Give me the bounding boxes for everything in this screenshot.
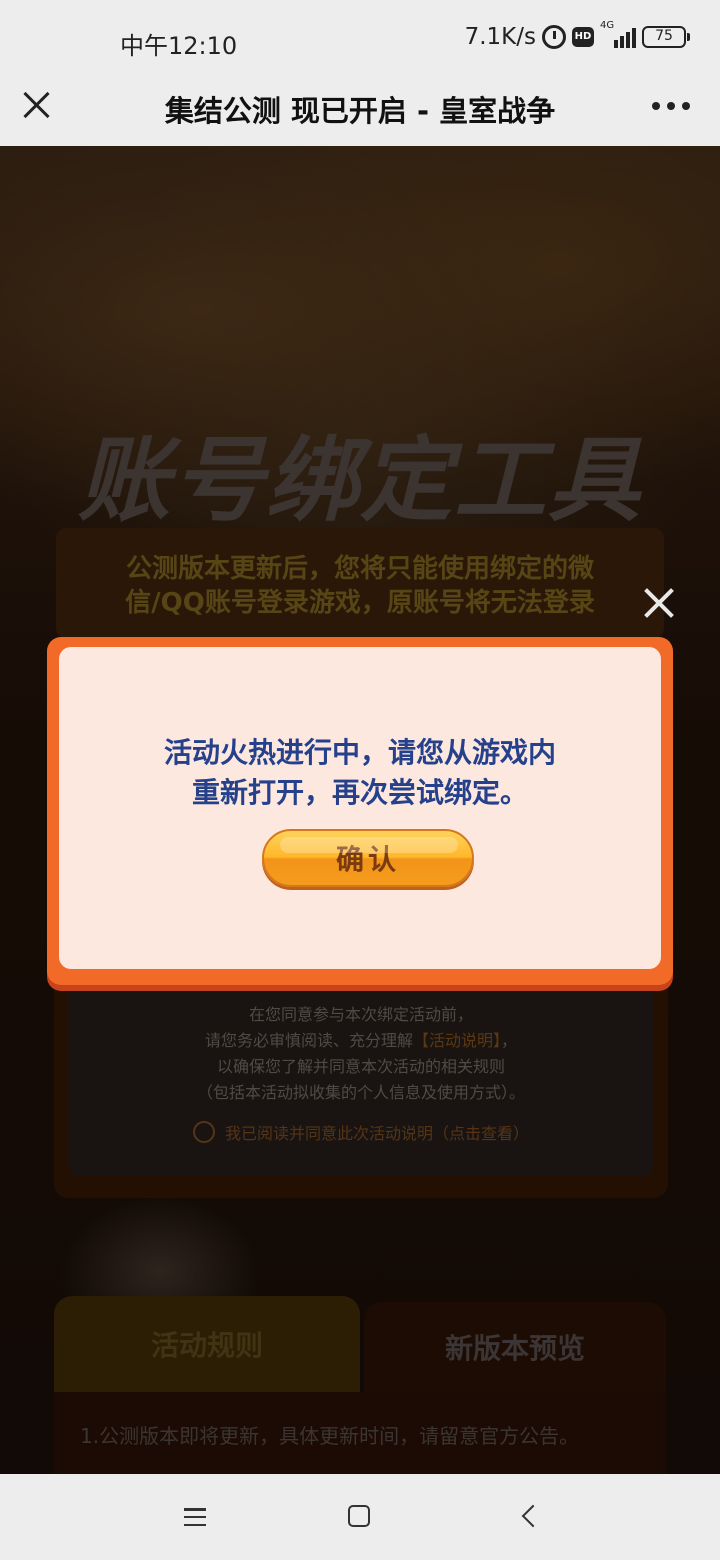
rules-text: 1.公测版本即将更新，具体更新时间，请留意官方公告。 (80, 1424, 580, 1448)
status-icons: 7.1K/s HD 4G 75 (464, 20, 690, 50)
agree-checkbox-label[interactable]: 我已阅读并同意此次活动说明（点击查看） (225, 1120, 529, 1144)
battery-icon: 75 (642, 26, 690, 48)
dialog-message-line: 重新打开，再次尝试绑定。 (191, 776, 528, 809)
more-options-icon[interactable] (652, 102, 690, 110)
status-time: 中午12:10 (120, 32, 238, 60)
signal-icon: 4G (600, 20, 636, 48)
activity-description-link[interactable]: 【活动说明】 (413, 1031, 501, 1050)
overlay-close-icon[interactable] (642, 586, 676, 620)
dialog-message-line: 活动火热进行中，请您从游戏内 (163, 736, 556, 769)
back-icon[interactable] (520, 1506, 540, 1526)
dialog-message: 活动火热进行中，请您从游戏内 重新打开，再次尝试绑定。 (59, 733, 661, 813)
agreement-text: 在您同意参与本次绑定活动前， (248, 1005, 473, 1024)
confirm-button-label: 确认 (335, 843, 400, 876)
agreement-text: （包括本活动拟收集的个人信息及使用方式）。 (196, 1083, 525, 1102)
notice-line: 公测版本更新后，您将只能使用绑定的微 (125, 554, 594, 584)
network-type: 4G (600, 20, 615, 31)
checkbox-circle-icon[interactable] (192, 1121, 215, 1143)
confirm-button[interactable]: 确认 (262, 829, 474, 887)
menu-icon[interactable] (184, 1508, 206, 1526)
title-bar: 集结公测 现已开启 - 皇室战争 (0, 72, 720, 146)
agreement-text: 以确保您了解并同意本次活动的相关规则 (216, 1057, 505, 1076)
banner-title: 账号绑定工具 (77, 427, 642, 534)
alert-dialog: 活动火热进行中，请您从游戏内 重新打开，再次尝试绑定。 确认 (47, 637, 673, 985)
tab-activity-rules[interactable]: 活动规则 (54, 1296, 360, 1392)
net-speed: 7.1K/s (464, 24, 536, 50)
notice-panel: 公测版本更新后，您将只能使用绑定的微 信/QQ账号登录游戏，原账号将无法登录 (56, 528, 664, 638)
tab-new-version-preview[interactable]: 新版本预览 (364, 1302, 666, 1392)
status-bar: 中午12:10 7.1K/s HD 4G 75 (0, 0, 720, 72)
rules-content: 1.公测版本即将更新，具体更新时间，请留意官方公告。 (54, 1392, 666, 1474)
alarm-icon (542, 25, 566, 49)
notice-line: 信/QQ账号登录游戏，原账号将无法登录 (125, 588, 595, 618)
navigation-bar (0, 1474, 720, 1560)
agreement-text: 请您务必审慎阅读、充分理解【活动说明】， (204, 1031, 518, 1050)
agree-checkbox[interactable]: 我已阅读并同意此次活动说明（点击查看） (68, 1120, 654, 1144)
tab-bar: 活动规则 新版本预览 (54, 1296, 666, 1392)
hd-icon: HD (572, 27, 594, 47)
page-title: 集结公测 现已开启 - 皇室战争 (164, 94, 556, 128)
dialog-body: 活动火热进行中，请您从游戏内 重新打开，再次尝试绑定。 确认 (59, 647, 661, 969)
home-icon[interactable] (348, 1505, 370, 1527)
